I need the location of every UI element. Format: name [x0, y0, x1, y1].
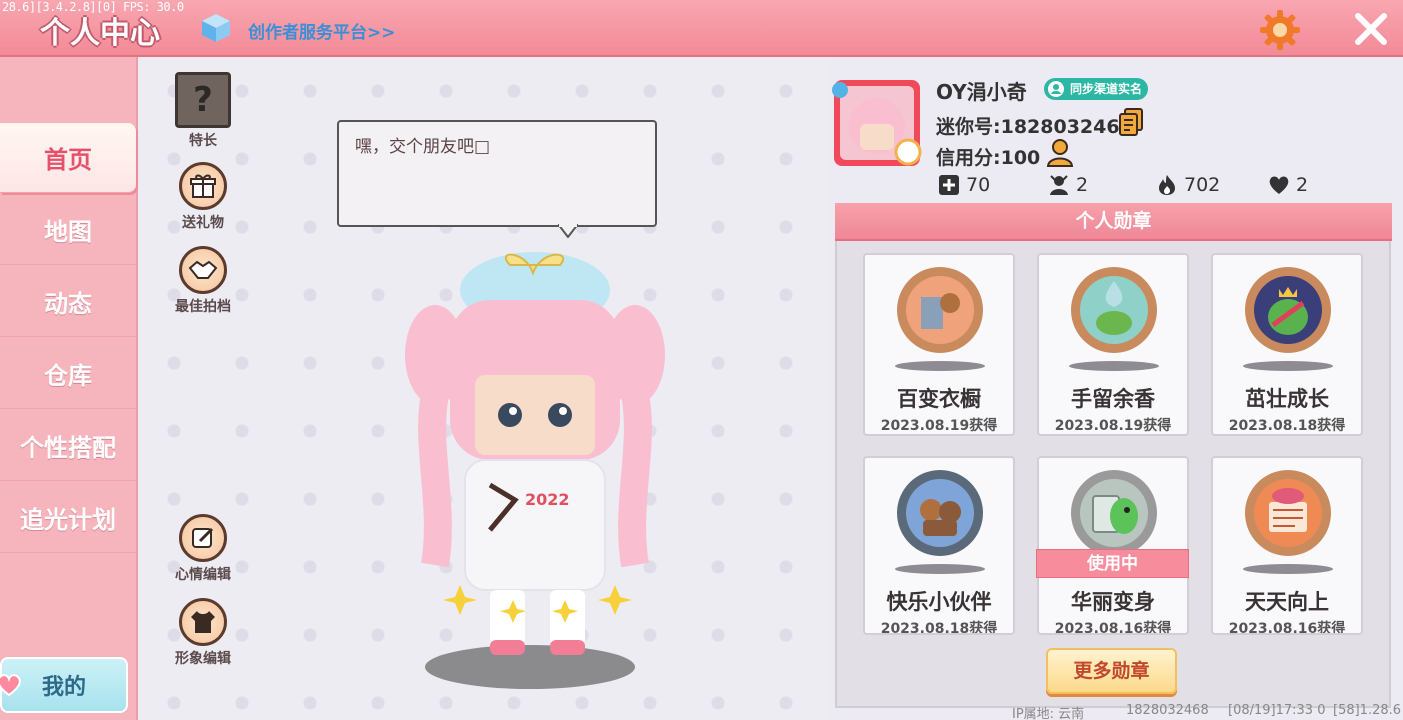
medal-date: 2023.08.19获得: [880, 418, 998, 434]
medal-name: 百变衣橱: [897, 387, 981, 411]
in-use-badge: 使用中: [1036, 549, 1189, 578]
transform-medal-icon: [1071, 470, 1157, 556]
mine-label: 我的: [41, 675, 86, 700]
medal-pedestal: [1243, 361, 1333, 371]
medal-card[interactable]: 百变衣橱 2023.08.19获得: [863, 253, 1015, 436]
medal-pedestal: [895, 564, 985, 574]
mini-number: 迷你号:1828032468: [936, 116, 1133, 138]
image-edit-label: 形象编辑: [175, 651, 231, 667]
gift-label: 送礼物: [182, 215, 224, 231]
partner-label: 最佳拍档: [175, 299, 231, 315]
medal-card[interactable]: 手留余香 2023.08.19获得: [1037, 253, 1189, 436]
friends-stat: 70: [938, 174, 990, 196]
talent-button[interactable]: ? 特长: [166, 72, 240, 150]
medal-name: 快乐小伙伴: [886, 590, 992, 614]
fragrance-medal-icon: [1071, 267, 1157, 353]
nav-item-outfit[interactable]: 个性搭配: [0, 411, 136, 481]
left-nav: 首页 地图 动态 仓库 个性搭配 追光计划: [0, 57, 138, 720]
gift-button[interactable]: 送礼物: [166, 162, 240, 232]
medal-card[interactable]: 华丽变身 2023.08.16获得: [1037, 456, 1189, 635]
popularity-count: 702: [1184, 174, 1221, 196]
more-medals-button[interactable]: 更多勋章: [1046, 648, 1177, 694]
question-icon: ?: [175, 72, 231, 128]
friends-count: 70: [966, 174, 991, 196]
likes-stat: 2: [1268, 174, 1308, 196]
footer-version: [58]1.28.6: [1333, 703, 1402, 718]
speech-text: 嘿，交个朋友吧□: [355, 137, 491, 157]
edit-icon: [179, 514, 227, 562]
medal-card[interactable]: 天天向上 2023.08.16获得: [1211, 456, 1363, 635]
cube-icon: [202, 14, 230, 42]
talent-label: 特长: [189, 133, 217, 149]
image-edit-button[interactable]: 形象编辑: [166, 598, 240, 668]
mine-button[interactable]: 我的: [0, 657, 128, 713]
speech-tail: [558, 224, 578, 238]
copy-icon[interactable]: [1118, 108, 1144, 136]
medal-date: 2023.08.18获得: [1228, 418, 1346, 434]
medal-date: 2023.08.16获得: [1054, 621, 1172, 635]
close-icon[interactable]: [1350, 8, 1392, 50]
top-bar: 28.6][3.4.2.8][0] FPS: 30.0 个人中心 创作者服务平台…: [0, 0, 1403, 57]
player-avatar[interactable]: 2022: [395, 245, 675, 675]
medal-date: 2023.08.18获得: [880, 621, 998, 635]
handshake-icon: [179, 246, 227, 294]
verify-badge[interactable]: 同步渠道实名: [1044, 78, 1149, 100]
fans-count: 2: [1076, 174, 1089, 196]
nav-item-home[interactable]: 首页: [0, 123, 136, 193]
ip-location: IP属地: 云南: [1012, 707, 1085, 720]
companion-medal-icon: [897, 470, 983, 556]
medal-header: 个人勋章: [835, 203, 1392, 241]
speech-bubble: 嘿，交个朋友吧□: [337, 120, 657, 227]
popularity-stat: 702: [1156, 174, 1220, 196]
verify-label: 同步渠道实名: [1070, 82, 1143, 96]
heart-icon: [0, 674, 21, 697]
player-name: OY涓小奇: [936, 80, 1027, 104]
add-friend-icon: [939, 175, 959, 195]
fans-stat: 2: [1048, 174, 1088, 196]
medal-name: 茁壮成长: [1245, 387, 1329, 411]
footer-uid: 1828032468: [1126, 703, 1209, 718]
heart-icon: [1269, 176, 1289, 194]
nav-item-feed[interactable]: 动态: [0, 267, 136, 337]
credit-score: 信用分:100: [936, 147, 1041, 169]
medal-name: 华丽变身: [1071, 590, 1155, 614]
medal-pedestal: [1069, 361, 1159, 371]
medal-pedestal: [1243, 564, 1333, 574]
avatar-badge-text: 2022: [525, 490, 570, 509]
growth-medal-icon: [1245, 267, 1331, 353]
nav-item-light-plan[interactable]: 追光计划: [0, 483, 136, 553]
medal-pedestal: [895, 361, 985, 371]
avatar-frame[interactable]: [830, 76, 924, 170]
nav-item-warehouse[interactable]: 仓库: [0, 339, 136, 409]
creator-platform-link[interactable]: 创作者服务平台>>: [248, 18, 396, 43]
gift-icon: [179, 162, 227, 210]
medal-name: 手留余香: [1071, 387, 1155, 411]
page-title: 个人中心: [40, 16, 160, 51]
fire-icon: [1159, 175, 1175, 195]
gear-icon[interactable]: [1258, 8, 1302, 52]
fans-icon: [1050, 175, 1068, 195]
medal-card[interactable]: 茁壮成长 2023.08.18获得: [1211, 253, 1363, 436]
mood-edit-button[interactable]: 心情编辑: [166, 514, 240, 584]
user-check-icon: [1048, 81, 1064, 97]
medal-name: 天天向上: [1245, 590, 1329, 614]
wardrobe-medal-icon: [897, 267, 983, 353]
partner-button[interactable]: 最佳拍档: [166, 246, 240, 316]
outfit-icon: [179, 598, 227, 646]
nav-item-map[interactable]: 地图: [0, 195, 136, 265]
likes-count: 2: [1296, 174, 1309, 196]
medal-date: 2023.08.19获得: [1054, 418, 1172, 434]
daily-progress-medal-icon: [1245, 470, 1331, 556]
mood-edit-label: 心情编辑: [175, 567, 231, 583]
footer-time: [08/19]17:33 0: [1228, 703, 1326, 718]
medal-card[interactable]: 快乐小伙伴 2023.08.18获得: [863, 456, 1015, 635]
medal-date: 2023.08.16获得: [1228, 621, 1346, 635]
person-icon[interactable]: [1046, 138, 1074, 168]
